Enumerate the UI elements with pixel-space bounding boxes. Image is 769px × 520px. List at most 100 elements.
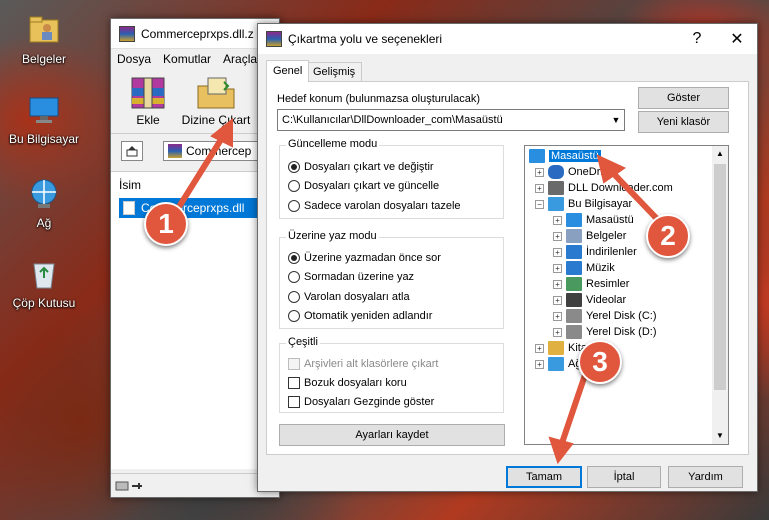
desktop-icon-network[interactable]: Ağ bbox=[6, 176, 82, 230]
expand-icon[interactable]: + bbox=[553, 215, 562, 225]
desktop-icon-label: Belgeler bbox=[21, 52, 67, 66]
dll-file-icon bbox=[123, 201, 135, 215]
tab-general[interactable]: Genel bbox=[266, 60, 310, 82]
tree-item[interactable]: + Resimler bbox=[553, 276, 629, 292]
desktop-icon bbox=[566, 213, 582, 227]
cloud-icon bbox=[548, 165, 564, 179]
scroll-down-arrow[interactable]: ▼ bbox=[712, 428, 728, 444]
show-button[interactable]: Göster bbox=[638, 87, 729, 109]
ok-button[interactable]: Tamam bbox=[506, 466, 582, 488]
tree-item[interactable]: + Müzik bbox=[553, 260, 615, 276]
add-archive-icon bbox=[131, 77, 165, 109]
collapse-icon[interactable]: − bbox=[535, 199, 544, 209]
radio-indicator bbox=[288, 252, 300, 264]
radio-fresh-existing[interactable]: Sadece varolan dosyaları tazele bbox=[288, 200, 461, 212]
network-icon bbox=[548, 357, 564, 371]
up-folder-button[interactable] bbox=[121, 141, 143, 161]
help-button[interactable]: Yardım bbox=[668, 466, 743, 488]
dialog-titlebar[interactable]: Çıkartma yolu ve seçenekleri ? ✕ bbox=[258, 24, 757, 54]
expand-icon[interactable]: + bbox=[553, 247, 562, 257]
expand-icon[interactable]: + bbox=[553, 263, 562, 273]
extract-to-button[interactable]: Dizine Çıkart bbox=[179, 76, 253, 127]
tree-item[interactable]: + Videolar bbox=[553, 292, 626, 308]
close-button[interactable]: ✕ bbox=[717, 24, 757, 54]
computer-icon bbox=[26, 92, 62, 128]
tree-item[interactable]: + Yerel Disk (C:) bbox=[553, 308, 657, 324]
desktop-icon-this-pc[interactable]: Bu Bilgisayar bbox=[6, 92, 82, 146]
cancel-button[interactable]: İptal bbox=[587, 466, 661, 488]
expand-icon[interactable]: + bbox=[535, 359, 544, 369]
callout-2: 2 bbox=[646, 214, 690, 258]
tab-advanced[interactable]: Gelişmiş bbox=[306, 62, 363, 82]
add-button-label: Ekle bbox=[136, 113, 160, 127]
winrar-menu: Dosya Komutlar Araçla bbox=[111, 49, 279, 69]
dest-path-input[interactable]: C:\Kullanıcılar\DllDownloader_com\Masaüs… bbox=[277, 109, 625, 131]
checkbox-label: Bozuk dosyaları koru bbox=[304, 377, 407, 389]
new-folder-button[interactable]: Yeni klasör bbox=[638, 111, 729, 133]
folder-tree[interactable]: ▲ ▼ Masaüstü + OneDrive + DLL Downloader.com… bbox=[524, 145, 729, 445]
expand-icon[interactable]: + bbox=[553, 231, 562, 241]
scroll-thumb[interactable] bbox=[714, 164, 726, 390]
dialog-app-icon bbox=[266, 31, 282, 47]
checkbox-indicator bbox=[288, 396, 300, 408]
radio-ask-before[interactable]: Üzerine yazmadan önce sor bbox=[288, 252, 441, 264]
tree-item[interactable]: + Belgeler bbox=[553, 228, 626, 244]
tree-scrollbar[interactable]: ▲ ▼ bbox=[712, 146, 728, 444]
radio-label: Sadece varolan dosyaları tazele bbox=[304, 200, 461, 212]
drive-icon bbox=[566, 309, 582, 323]
checkbox-label: Arşivleri alt klasörlere çıkart bbox=[304, 358, 439, 370]
desktop-icon-label: Ağ bbox=[36, 216, 52, 230]
tree-item[interactable]: − Bu Bilgisayar bbox=[535, 196, 632, 212]
callout-3: 3 bbox=[578, 340, 622, 384]
winrar-app-icon bbox=[119, 25, 135, 42]
radio-indicator bbox=[288, 180, 300, 192]
winrar-titlebar[interactable]: Commerceprxps.dll.z bbox=[111, 19, 279, 49]
overwrite-mode-group: Üzerine yaz modu Üzerine yazmadan önce s… bbox=[279, 230, 504, 329]
network-icon bbox=[26, 176, 62, 212]
tree-item[interactable]: + DLL Downloader.com bbox=[535, 180, 673, 196]
expand-icon[interactable]: + bbox=[553, 295, 562, 305]
tree-item-label: İndirilenler bbox=[586, 246, 637, 258]
misc-title: Çeşitli bbox=[286, 336, 320, 348]
menu-item-file[interactable]: Dosya bbox=[111, 52, 157, 66]
help-title-button[interactable]: ? bbox=[677, 24, 717, 54]
expand-icon[interactable]: + bbox=[553, 279, 562, 289]
add-button[interactable]: Ekle bbox=[121, 76, 175, 127]
expand-icon[interactable]: + bbox=[535, 183, 544, 193]
tree-item[interactable]: + Ağ bbox=[535, 356, 581, 372]
expand-icon[interactable]: + bbox=[553, 327, 562, 337]
radio-indicator bbox=[288, 310, 300, 322]
chevron-down-icon[interactable]: ▼ bbox=[608, 115, 624, 125]
menu-item-commands[interactable]: Komutlar bbox=[157, 52, 217, 66]
checkbox-show-in-explorer[interactable]: Dosyaları Gezginde göster bbox=[288, 396, 434, 408]
radio-auto-rename[interactable]: Otomatik yeniden adlandır bbox=[288, 310, 432, 322]
checkbox-extract-subfolders[interactable]: Arşivleri alt klasörlere çıkart bbox=[288, 358, 438, 370]
checkbox-indicator bbox=[288, 358, 300, 370]
checkbox-keep-broken[interactable]: Bozuk dosyaları koru bbox=[288, 377, 407, 389]
download-icon bbox=[566, 245, 582, 259]
tree-item[interactable]: + OneDrive bbox=[535, 164, 614, 180]
misc-group: Çeşitli Arşivleri alt klasörlere çıkart … bbox=[279, 336, 504, 413]
radio-skip-existing[interactable]: Varolan dosyaları atla bbox=[288, 291, 410, 303]
save-settings-button[interactable]: Ayarları kaydet bbox=[279, 424, 505, 446]
radio-overwrite-without-prompt[interactable]: Sormadan üzerine yaz bbox=[288, 271, 414, 283]
tree-item[interactable]: + İndirilenler bbox=[553, 244, 637, 260]
desktop-icon-documents[interactable]: Belgeler bbox=[6, 12, 82, 66]
tree-item[interactable]: + Masaüstü bbox=[553, 212, 634, 228]
expand-icon[interactable]: + bbox=[553, 311, 562, 321]
checkbox-indicator bbox=[288, 377, 300, 389]
drive-status-icon bbox=[115, 481, 142, 491]
desktop-icon-label: Bu Bilgisayar bbox=[8, 132, 80, 146]
expand-icon[interactable]: + bbox=[535, 167, 544, 177]
radio-extract-replace[interactable]: Dosyaları çıkart ve değiştir bbox=[288, 161, 434, 173]
tree-item[interactable]: + Yerel Disk (D:) bbox=[553, 324, 657, 340]
radio-extract-update[interactable]: Dosyaları çıkart ve güncelle bbox=[288, 180, 439, 192]
scroll-up-arrow[interactable]: ▲ bbox=[712, 146, 728, 162]
expand-icon[interactable]: + bbox=[535, 343, 544, 353]
file-row[interactable]: Commerceprxps.dll bbox=[119, 198, 269, 218]
file-list: İsim Commerceprxps.dll bbox=[111, 171, 279, 469]
tree-item[interactable]: Masaüstü bbox=[529, 148, 601, 164]
column-header-name[interactable]: İsim bbox=[119, 178, 141, 192]
desktop-icon-recycle-bin[interactable]: Çöp Kutusu bbox=[6, 256, 82, 310]
dest-path-value: C:\Kullanıcılar\DllDownloader_com\Masaüs… bbox=[282, 114, 503, 126]
